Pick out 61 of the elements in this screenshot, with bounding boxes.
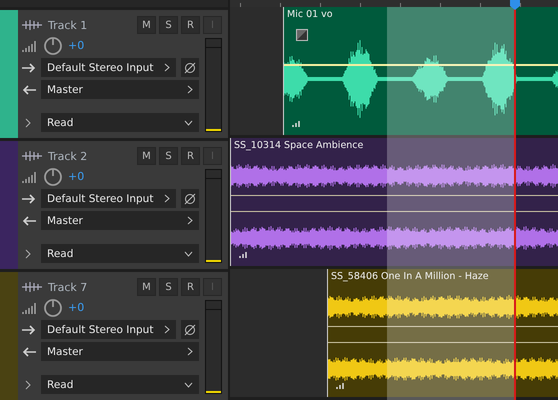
input-select[interactable]: Default Stereo Input — [41, 189, 176, 208]
track-name[interactable]: Track 7 — [48, 280, 88, 294]
output-select[interactable]: Master — [41, 342, 199, 361]
pan-knob[interactable] — [43, 36, 63, 56]
pan-knob[interactable] — [43, 298, 63, 318]
audio-clip[interactable]: Mic 01 vo — [283, 7, 558, 135]
track-button[interactable]: M — [137, 147, 156, 165]
phase-invert-button[interactable] — [181, 189, 199, 208]
arrow-right-icon — [22, 324, 36, 334]
chevron-right-icon — [187, 216, 193, 225]
arrow-left-icon — [22, 84, 36, 94]
track-button[interactable]: S — [159, 278, 178, 296]
pan-value[interactable]: +0 — [68, 39, 84, 52]
waveform-icon — [22, 20, 42, 30]
time-ruler[interactable] — [230, 0, 558, 7]
clip-name: Mic 01 vo — [287, 9, 333, 20]
signal-bars-icon — [292, 119, 302, 127]
automation-select[interactable]: Read — [41, 244, 199, 263]
track-name[interactable]: Track 1 — [48, 18, 88, 32]
clip-name: SS_10314 Space Ambience — [234, 140, 364, 151]
chevron-right-icon — [187, 347, 193, 356]
input-select[interactable]: Default Stereo Input — [41, 58, 176, 77]
track-button[interactable]: R — [181, 278, 200, 296]
track-button[interactable]: S — [159, 147, 178, 165]
volume-bars-icon — [22, 40, 38, 52]
arrow-right-icon — [22, 62, 36, 72]
pan-value[interactable]: +0 — [68, 301, 84, 314]
volume-bars-icon — [22, 302, 38, 314]
chevron-right-icon — [164, 325, 170, 334]
pan-knob[interactable] — [43, 166, 63, 186]
track-button[interactable]: M — [137, 278, 156, 296]
pan-value[interactable]: +0 — [68, 170, 84, 183]
chevron-down-icon — [184, 250, 193, 256]
signal-bars-icon — [336, 381, 346, 389]
chevron-down-icon — [184, 120, 193, 126]
output-select[interactable]: Master — [41, 211, 199, 230]
chevron-down-icon — [184, 382, 193, 388]
track-name[interactable]: Track 2 — [48, 150, 88, 162]
chevron-right-icon — [164, 63, 170, 72]
track-button[interactable]: M — [137, 16, 156, 34]
signal-bars-icon — [239, 250, 249, 258]
automation-select[interactable]: Read — [41, 375, 199, 394]
track-button[interactable]: R — [181, 147, 200, 165]
phase-invert-button[interactable] — [181, 320, 199, 339]
waveform-icon — [22, 151, 42, 161]
clip-name: SS_58406 One In A Million - Haze — [331, 271, 489, 282]
volume-bars-icon — [22, 170, 38, 182]
fade-handle-icon[interactable] — [296, 29, 308, 41]
chevron-right-icon — [164, 194, 170, 203]
input-select[interactable]: Default Stereo Input — [41, 320, 176, 339]
waveform-icon — [22, 282, 42, 292]
track-button[interactable]: S — [159, 16, 178, 34]
track-button[interactable]: R — [181, 16, 200, 34]
output-select[interactable]: Master — [41, 80, 199, 99]
arrow-right-icon — [22, 194, 36, 204]
automation-select[interactable]: Read — [41, 113, 199, 132]
chevron-right-icon — [187, 85, 193, 94]
arrow-left-icon — [22, 216, 36, 226]
playhead-marker-icon[interactable] — [510, 0, 520, 10]
phase-invert-button[interactable] — [181, 58, 199, 77]
arrow-left-icon — [22, 346, 36, 356]
